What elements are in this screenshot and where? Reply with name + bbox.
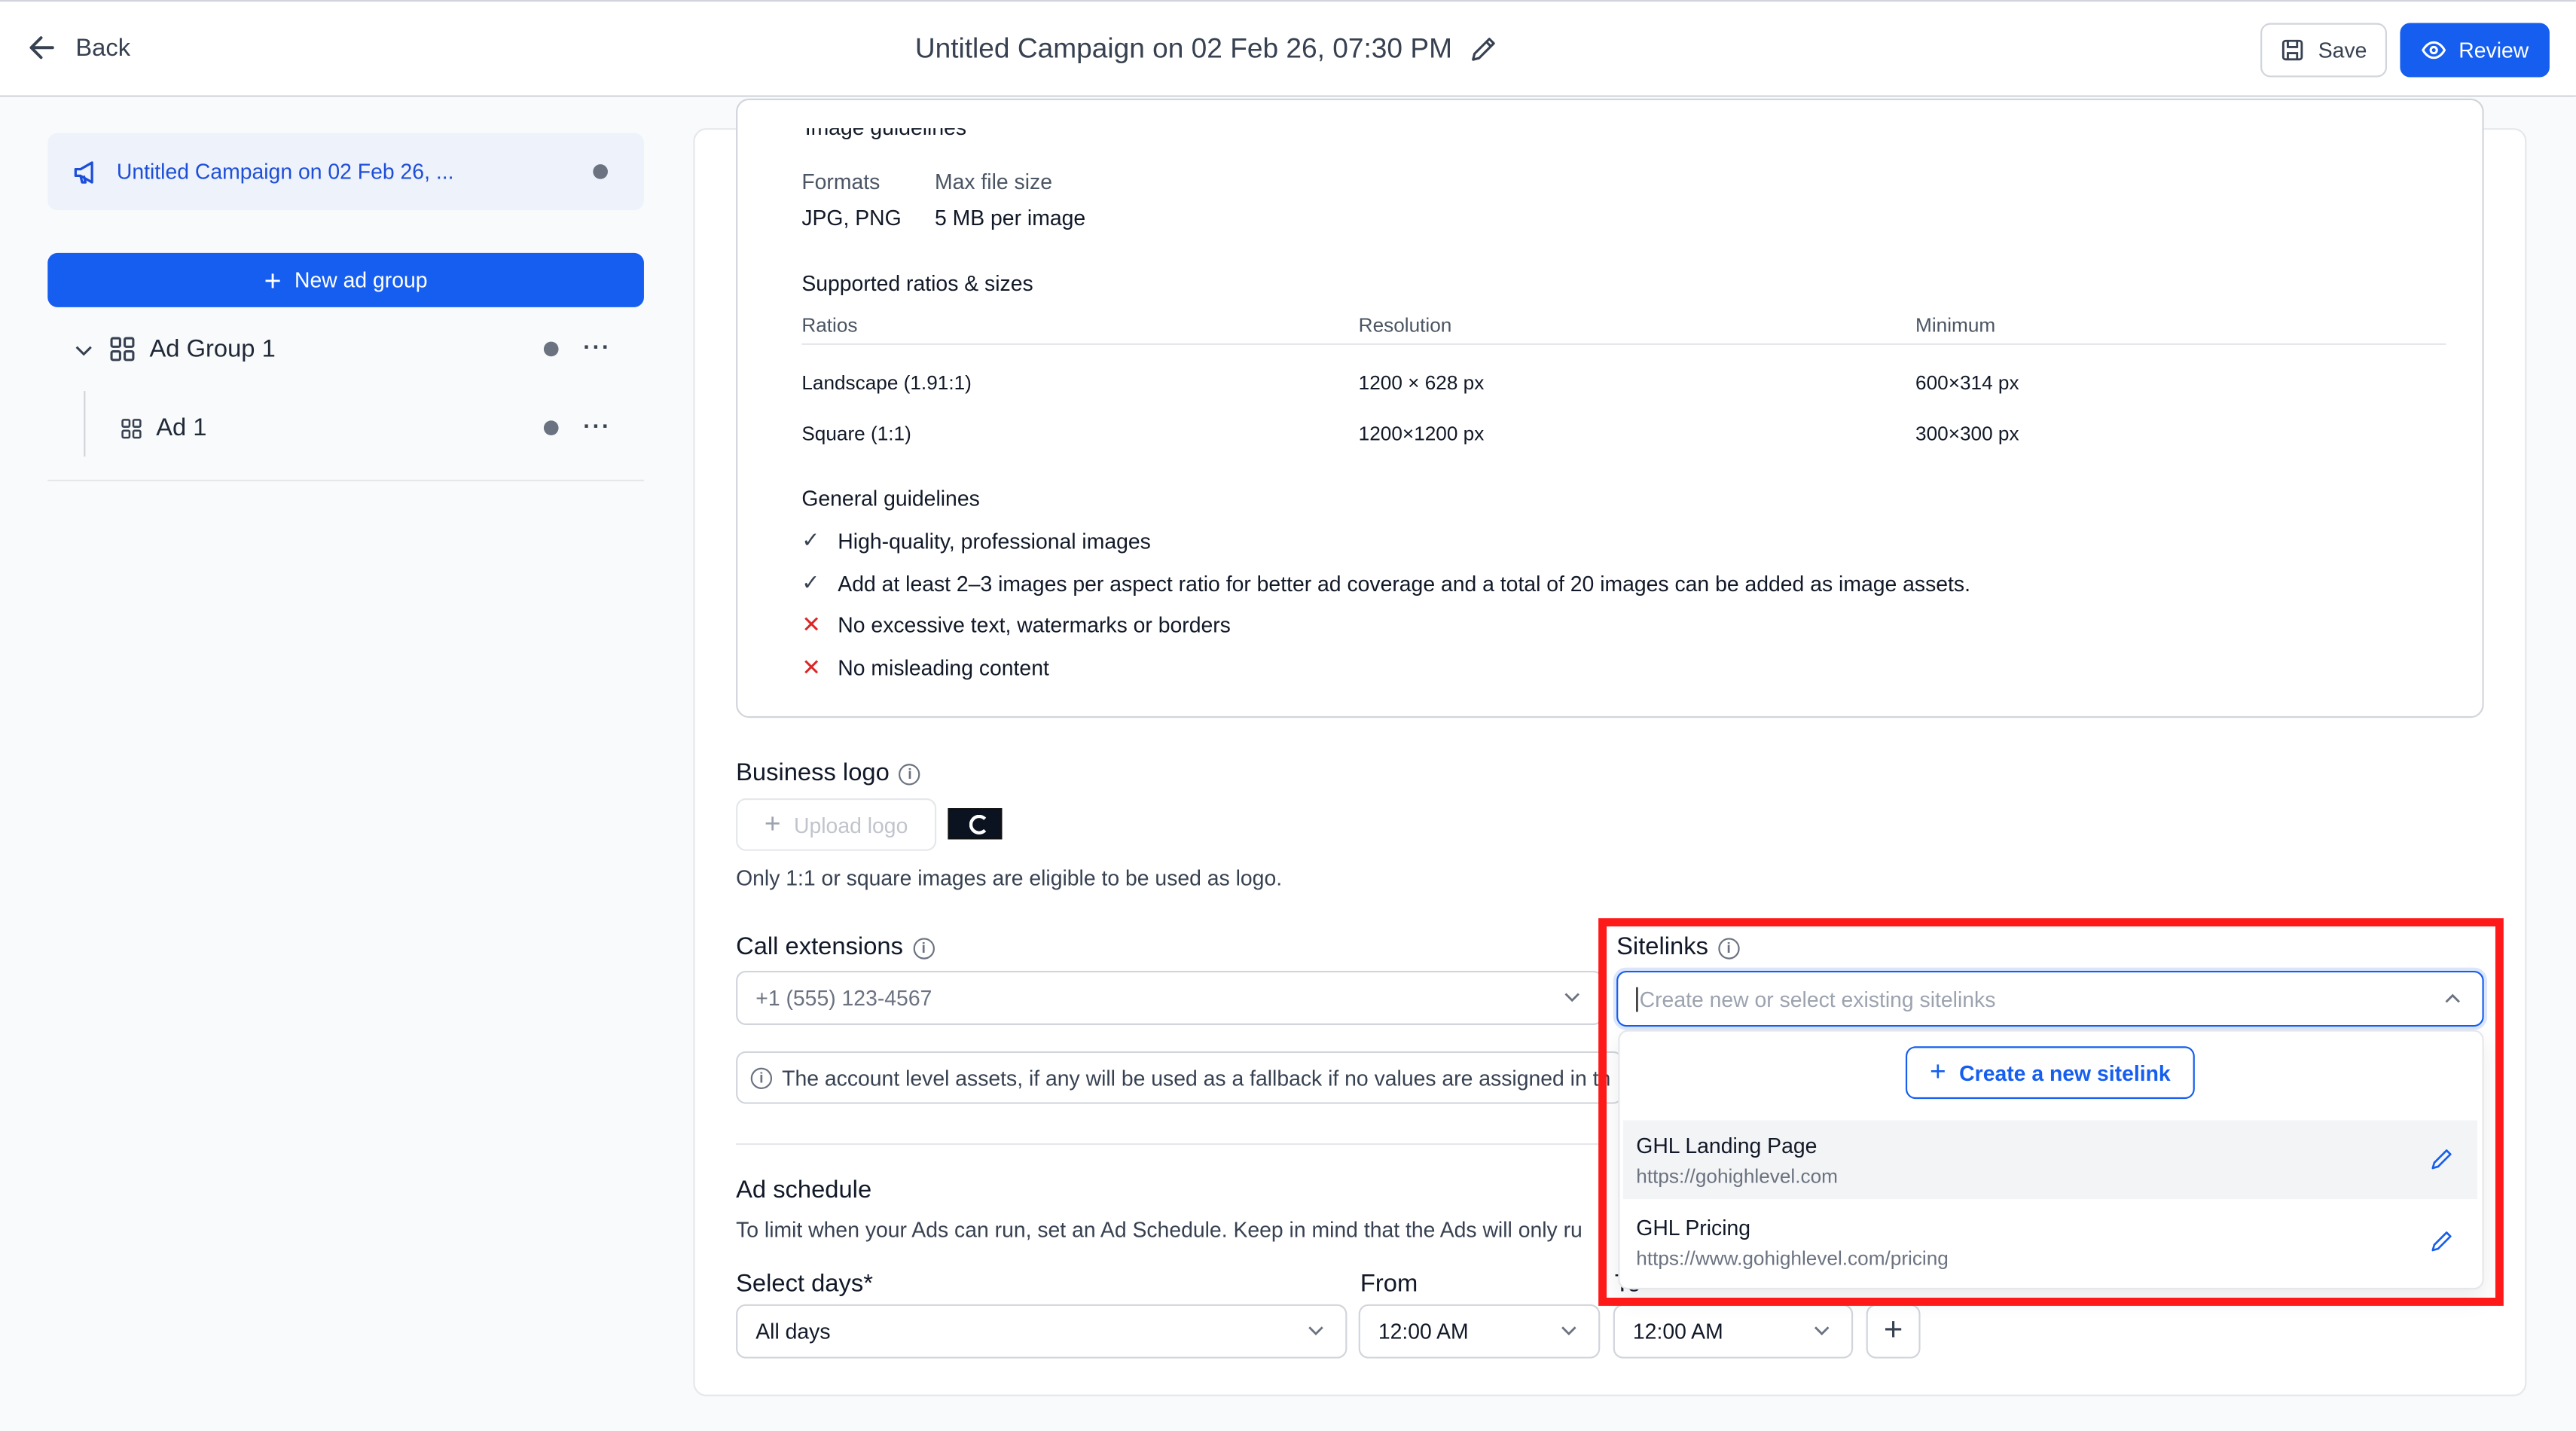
call-extensions-label: Call extensions	[736, 932, 903, 961]
chevron-down-icon	[1561, 1326, 1576, 1335]
review-label: Review	[2458, 38, 2529, 63]
to-time-value: 12:00 AM	[1632, 1319, 1723, 1344]
plus-icon: +	[764, 808, 781, 840]
top-header: Back Untitled Campaign on 02 Feb 26, 07:…	[0, 0, 2576, 97]
ad-group-status-dot	[543, 341, 559, 357]
sidebar-divider	[47, 479, 644, 482]
chevron-down-icon	[1308, 1326, 1323, 1335]
ad-group-more-icon[interactable]: ···	[583, 334, 611, 360]
back-button[interactable]: Back	[26, 31, 130, 64]
column-header-resolution: Resolution	[1358, 313, 1452, 337]
save-button[interactable]: Save	[2260, 23, 2387, 78]
info-icon[interactable]: i	[899, 764, 921, 786]
from-time-value: 12:00 AM	[1378, 1319, 1469, 1344]
new-ad-group-button[interactable]: + New ad group	[47, 252, 644, 307]
formats-value: JPG, PNG	[801, 205, 902, 230]
pencil-icon[interactable]	[1469, 35, 1498, 64]
max-size-value: 5 MB per image	[934, 205, 1086, 230]
sidebar-item-ad-group[interactable]: Ad Group 1	[72, 335, 276, 363]
info-icon: i	[750, 1066, 773, 1088]
chevron-down-icon	[1814, 1326, 1830, 1335]
check-icon: ✓	[801, 569, 820, 595]
grid-icon	[110, 337, 135, 362]
table-cell: Square (1:1)	[801, 422, 911, 446]
general-guidelines-heading: General guidelines	[801, 486, 980, 511]
save-label: Save	[2318, 38, 2367, 63]
to-time-select[interactable]: 12:00 AM	[1613, 1304, 1854, 1359]
check-icon: ✓	[801, 527, 820, 552]
plus-icon: +	[264, 264, 282, 297]
highlight-annotation-box	[1598, 918, 2504, 1306]
table-cell: 300×300 px	[1915, 422, 2019, 446]
ad-schedule-heading: Ad schedule	[736, 1176, 872, 1204]
ad-schedule-description: To limit when your Ads can run, set an A…	[736, 1217, 1583, 1242]
ad-label: Ad 1	[156, 413, 207, 442]
call-extensions-placeholder: +1 (555) 123-4567	[755, 985, 932, 1011]
select-days-label: Select days*	[736, 1269, 873, 1298]
guideline-item: No excessive text, watermarks or borders	[838, 612, 1231, 638]
ad-more-icon[interactable]: ···	[583, 412, 611, 438]
table-cell: 1200 × 628 px	[1358, 371, 1485, 395]
table-cell: 1200×1200 px	[1358, 422, 1485, 446]
max-size-label: Max file size	[934, 169, 1052, 194]
fallback-note-text: The account level assets, if any will be…	[782, 1065, 1611, 1091]
from-time-select[interactable]: 12:00 AM	[1358, 1304, 1601, 1359]
ad-status-dot	[543, 420, 559, 435]
column-header-ratios: Ratios	[801, 313, 858, 337]
call-extensions-heading: Call extensions i	[736, 932, 935, 961]
new-ad-group-label: New ad group	[295, 267, 428, 293]
formats-label: Formats	[801, 169, 881, 194]
chevron-down-icon[interactable]	[72, 337, 96, 361]
sidebar-campaign-item[interactable]: Untitled Campaign on 02 Feb 26, ...	[47, 133, 644, 211]
business-logo-thumbnail[interactable]	[948, 808, 1003, 840]
x-icon: ✕	[801, 654, 821, 680]
add-schedule-button[interactable]: +	[1866, 1304, 1921, 1359]
table-header-divider	[801, 343, 2446, 346]
fallback-note: i The account level assets, if any will …	[736, 1051, 1623, 1104]
ad-group-label: Ad Group 1	[149, 334, 276, 364]
info-icon[interactable]: i	[913, 938, 935, 960]
column-header-minimum: Minimum	[1915, 313, 1996, 337]
ratios-heading: Supported ratios & sizes	[801, 270, 1033, 296]
back-label: Back	[75, 33, 131, 62]
megaphone-icon	[74, 160, 93, 183]
arrow-left-icon	[29, 36, 54, 59]
upload-logo-button[interactable]: + Upload logo	[736, 798, 937, 851]
review-button[interactable]: Review	[2400, 23, 2550, 78]
chevron-down-icon	[1564, 993, 1579, 1002]
section-divider	[736, 1143, 1607, 1146]
campaign-title-text: Untitled Campaign on 02 Feb 26, 07:30 PM	[914, 32, 1452, 65]
table-cell: 600×314 px	[1915, 371, 2019, 395]
x-icon: ✕	[801, 611, 821, 638]
grid-icon	[121, 418, 142, 438]
guideline-item: Add at least 2–3 images per aspect ratio…	[838, 571, 1970, 597]
campaign-title: Untitled Campaign on 02 Feb 26, 07:30 PM	[915, 33, 1498, 66]
days-value: All days	[755, 1319, 831, 1344]
table-cell: Landscape (1.91:1)	[801, 371, 972, 395]
call-extensions-select[interactable]: +1 (555) 123-4567	[736, 970, 1604, 1025]
app-screen: Back Untitled Campaign on 02 Feb 26, 07:…	[0, 0, 2576, 1431]
tree-connector	[84, 391, 86, 457]
guideline-item: High-quality, professional images	[838, 529, 1151, 554]
eye-icon	[2421, 41, 2446, 59]
sidebar-item-ad[interactable]: Ad 1	[120, 414, 206, 442]
upload-logo-label: Upload logo	[794, 812, 908, 838]
days-select[interactable]: All days	[736, 1304, 1348, 1359]
campaign-item-label: Untitled Campaign on 02 Feb 26, ...	[116, 159, 454, 185]
business-logo-heading: Business logo i	[736, 758, 921, 787]
save-icon	[2282, 39, 2303, 61]
logo-note: Only 1:1 or square images are eligible t…	[736, 865, 1283, 891]
from-label: From	[1360, 1269, 1418, 1298]
campaign-status-dot	[593, 164, 608, 179]
guideline-item: No misleading content	[838, 655, 1049, 680]
business-logo-label: Business logo	[736, 758, 890, 787]
